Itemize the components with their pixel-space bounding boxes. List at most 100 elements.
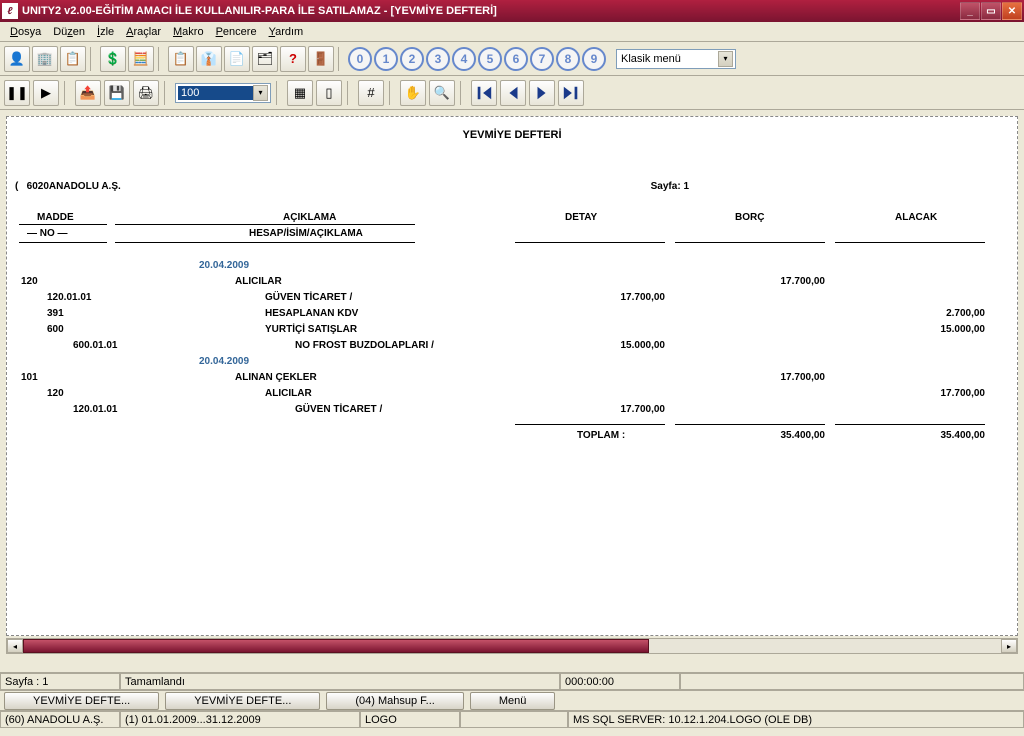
title-bar: ℓ UNITY2 v2.00-EĞİTİM AMACI İLE KULLANIL… (0, 0, 1024, 22)
user-icon[interactable]: 👤 (4, 46, 30, 72)
status-time: 000:00:00 (560, 673, 680, 690)
separator (389, 81, 395, 105)
app-icon: ℓ (2, 3, 18, 19)
quick-9[interactable]: 9 (582, 47, 606, 71)
pause-icon[interactable]: ❚❚ (4, 80, 30, 106)
report-toolbar: ❚❚ ▶ 📤 💾 🖨 100 ▾ ▦ ▯ # ✋ 🔍 (0, 76, 1024, 110)
quick-3[interactable]: 3 (426, 47, 450, 71)
doc-refresh-icon[interactable]: 🗂 (252, 46, 278, 72)
menu-macro[interactable]: Makro (167, 24, 210, 40)
calc-icon[interactable]: 🧮 (128, 46, 154, 72)
separator (276, 81, 282, 105)
zoom-combo[interactable]: 100 ▾ (175, 83, 271, 103)
zoom-value: 100 (178, 86, 253, 100)
report-row: 20.04.2009 (15, 260, 1009, 276)
save-icon[interactable]: 💾 (104, 80, 130, 106)
separator (64, 81, 70, 105)
report-row: 20.04.2009 (15, 356, 1009, 372)
close-button[interactable]: ✕ (1002, 2, 1022, 20)
menu-file-label: osya (18, 26, 41, 38)
company-icon[interactable]: 🏢 (32, 46, 58, 72)
tab-menu[interactable]: Menü (470, 692, 556, 710)
maximize-button[interactable]: ▭ (981, 2, 1001, 20)
scroll-track[interactable] (23, 639, 1001, 653)
report-row: 120.01.01GÜVEN TİCARET /17.700,00 (15, 292, 1009, 308)
nav-last-icon[interactable] (558, 80, 584, 106)
quick-1[interactable]: 1 (374, 47, 398, 71)
nav-prev-icon[interactable] (500, 80, 526, 106)
menu-help[interactable]: Yardım (263, 24, 310, 40)
quick-8[interactable]: 8 (556, 47, 580, 71)
status-bar-2: (60) ANADOLU A.Ş. (1) 01.01.2009...31.12… (0, 710, 1024, 728)
menu-style-combo[interactable]: Klasik menü ▾ (616, 49, 736, 69)
grid-icon[interactable]: ▦ (287, 80, 313, 106)
scroll-left-icon[interactable]: ◂ (7, 639, 23, 653)
status-brand: LOGO (360, 711, 460, 728)
report-row: 120.01.01GÜVEN TİCARET /17.700,00 (15, 404, 1009, 420)
menu-watch[interactable]: İzle (91, 24, 120, 40)
report-row: 391HESAPLANAN KDV2.700,00 (15, 308, 1009, 324)
minimize-button[interactable]: _ (960, 2, 980, 20)
nav-first-icon[interactable] (471, 80, 497, 106)
status-server: MS SQL SERVER: 10.12.1.204.LOGO (OLE DB) (568, 711, 1024, 728)
menu-window[interactable]: Pencere (210, 24, 263, 40)
tab-mahsup[interactable]: (04) Mahsup F... (326, 692, 463, 710)
quick-7[interactable]: 7 (530, 47, 554, 71)
report-row: 120ALICILAR17.700,00 (15, 276, 1009, 292)
horizontal-scrollbar[interactable]: ◂ ▸ (6, 638, 1018, 654)
quick-6[interactable]: 6 (504, 47, 528, 71)
nav-next-icon[interactable] (529, 80, 555, 106)
separator (90, 47, 96, 71)
person-icon[interactable]: 👔 (196, 46, 222, 72)
report-area: YEVMİYE DEFTERİ ( 6020ANADOLU A.Ş. Sayfa… (0, 110, 1024, 672)
menu-file[interactable]: Dosya (4, 24, 47, 40)
grid2-icon[interactable]: # (358, 80, 384, 106)
status-company: (60) ANADOLU A.Ş. (0, 711, 120, 728)
status-period: (1) 01.01.2009...31.12.2009 (120, 711, 360, 728)
separator (347, 81, 353, 105)
report-row: 600YURTİÇİ SATIŞLAR15.000,00 (15, 324, 1009, 340)
send-icon[interactable]: 📤 (75, 80, 101, 106)
menu-bar: Dosya Düzen İzle Araçlar Makro Pencere Y… (0, 22, 1024, 42)
company-header: ( 6020ANADOLU A.Ş. (15, 181, 121, 192)
quick-2[interactable]: 2 (400, 47, 424, 71)
window-tabs: YEVMİYE DEFTE... YEVMİYE DEFTE... (04) M… (0, 690, 1024, 710)
status-bar-1: Sayfa : 1 Tamamlandı 000:00:00 (0, 672, 1024, 690)
status-state: Tamamlandı (120, 673, 560, 690)
zoom-icon[interactable]: 🔍 (429, 80, 455, 106)
page-icon[interactable]: ▯ (316, 80, 342, 106)
quick-0[interactable]: 0 (348, 47, 372, 71)
tab-yevmiye-1[interactable]: YEVMİYE DEFTE... (4, 692, 159, 710)
quick-4[interactable]: 4 (452, 47, 476, 71)
clipboard-icon[interactable]: 📋 (168, 46, 194, 72)
doc-star-icon[interactable]: 📄 (224, 46, 250, 72)
scroll-right-icon[interactable]: ▸ (1001, 639, 1017, 653)
report-title: YEVMİYE DEFTERİ (15, 129, 1009, 141)
form-icon[interactable]: 📋 (60, 46, 86, 72)
currency-icon[interactable]: 💲 (100, 46, 126, 72)
menu-edit[interactable]: Düzen (47, 24, 91, 40)
chevron-down-icon[interactable]: ▾ (253, 85, 268, 101)
menu-style-value: Klasik menü (619, 53, 718, 65)
total-label: TOPLAM : (577, 430, 625, 441)
column-headers: MADDE — NO — AÇIKLAMA HESAP/İSİM/AÇIKLAM… (15, 212, 1009, 242)
total-alacak: 35.400,00 (835, 430, 985, 441)
tab-yevmiye-2[interactable]: YEVMİYE DEFTE... (165, 692, 320, 710)
report-rows: 20.04.2009120ALICILAR17.700,00120.01.01G… (15, 260, 1009, 420)
report-row: 600.01.01NO FROST BUZDOLAPLARI /15.000,0… (15, 340, 1009, 356)
exit-icon[interactable]: 🚪 (308, 46, 334, 72)
chevron-down-icon[interactable]: ▾ (718, 51, 733, 67)
total-borc: 35.400,00 (675, 430, 825, 441)
window-title: UNITY2 v2.00-EĞİTİM AMACI İLE KULLANILIR… (22, 5, 960, 17)
help-icon[interactable]: ? (280, 46, 306, 72)
hand-icon[interactable]: ✋ (400, 80, 426, 106)
scroll-thumb[interactable] (23, 639, 649, 653)
status-page: Sayfa : 1 (0, 673, 120, 690)
page-header: Sayfa: 1 (651, 181, 689, 192)
print-icon[interactable]: 🖨 (133, 80, 159, 106)
report-row: 120ALICILAR17.700,00 (15, 388, 1009, 404)
quick-5[interactable]: 5 (478, 47, 502, 71)
main-toolbar: 👤 🏢 📋 💲 🧮 📋 👔 📄 🗂 ? 🚪 0 1 2 3 4 5 6 7 8 … (0, 42, 1024, 76)
menu-tools[interactable]: Araçlar (120, 24, 167, 40)
play-icon[interactable]: ▶ (33, 80, 59, 106)
